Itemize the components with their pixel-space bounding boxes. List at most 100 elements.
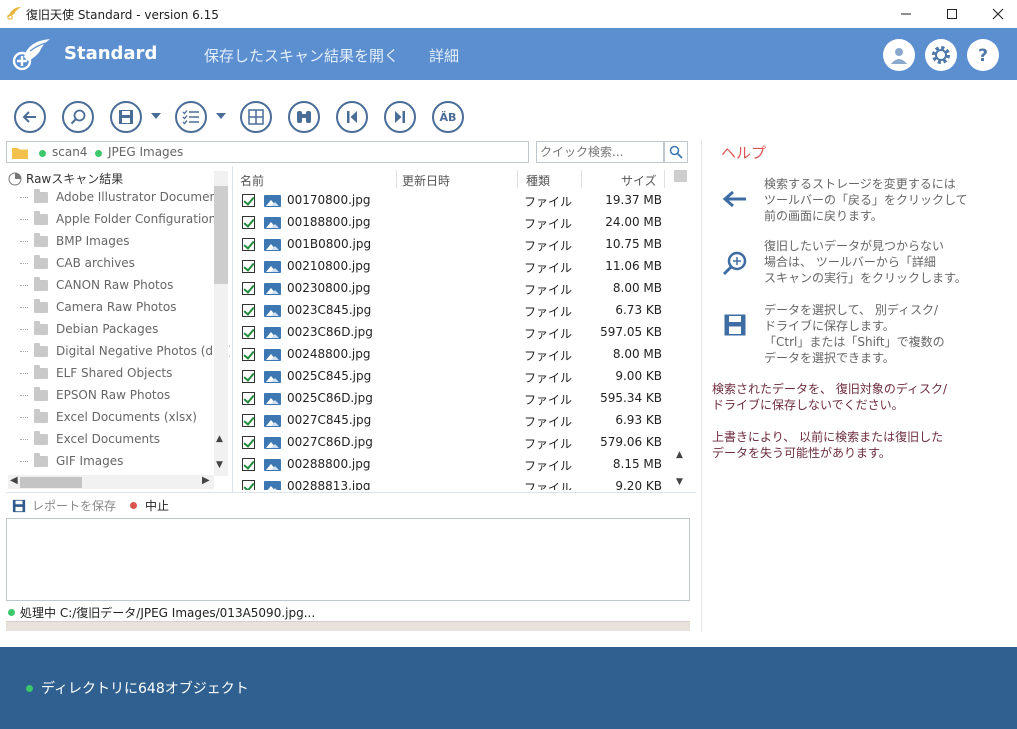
status-dot-icon [39, 150, 46, 157]
file-list-scroll-thumb[interactable] [674, 170, 687, 182]
tree-hscroll-thumb[interactable] [20, 477, 82, 488]
file-row[interactable]: 0025C845.jpg ファイル 9.00 KB [236, 366, 666, 388]
file-row[interactable]: 0023C86D.jpg ファイル 597.05 KB [236, 322, 666, 344]
checkbox-checked-icon[interactable] [242, 436, 255, 449]
file-row[interactable]: 0025C86D.jpg ファイル 595.34 KB [236, 388, 666, 410]
column-separator[interactable] [581, 170, 582, 188]
scroll-up-icon[interactable]: ▲ [676, 450, 683, 460]
column-separator[interactable] [664, 170, 665, 188]
tree-item[interactable]: Adobe Illustrator Documents [20, 186, 228, 208]
stop-button[interactable]: 中止 [130, 497, 169, 514]
search-button[interactable] [664, 141, 688, 163]
scan-button[interactable] [62, 101, 94, 133]
checkbox-checked-icon[interactable] [242, 260, 255, 273]
tree-item[interactable]: CAB archives [20, 252, 135, 274]
column-header-size[interactable]: サイズ [621, 172, 657, 189]
checkbox-checked-icon[interactable] [242, 238, 255, 251]
tree-scroll-thumb[interactable] [214, 186, 228, 284]
tree-item[interactable]: GIF Images [20, 450, 123, 472]
back-button[interactable] [14, 101, 46, 133]
advanced-link[interactable]: 詳細 [429, 45, 459, 66]
divider [6, 492, 696, 493]
maximize-button[interactable] [929, 0, 975, 28]
tree-item[interactable]: Camera Raw Photos [20, 296, 176, 318]
column-header-name[interactable]: 名前 [240, 172, 264, 189]
tree-item-label: ELF Shared Objects [56, 366, 173, 380]
file-size: 597.05 KB [600, 325, 662, 339]
minimize-button[interactable] [883, 0, 929, 28]
tree-item[interactable]: ELF Shared Objects [20, 362, 172, 384]
folder-icon [34, 452, 48, 467]
column-header-modified[interactable]: 更新日時 [402, 172, 450, 189]
processing-status: 処理中 C:/復旧データ/JPEG Images/013A5090.jpg... [8, 604, 315, 621]
grid-view-button[interactable] [240, 101, 272, 133]
scroll-down-icon[interactable]: ▼ [216, 460, 223, 470]
checkbox-checked-icon[interactable] [242, 414, 255, 427]
image-file-icon [264, 239, 281, 251]
checkbox-checked-icon[interactable] [242, 392, 255, 405]
file-row[interactable]: 00230800.jpg ファイル 8.00 MB [236, 278, 666, 300]
save-button[interactable] [110, 101, 142, 133]
image-file-icon [264, 371, 281, 383]
settings-button[interactable] [925, 39, 957, 71]
file-row[interactable]: 0027C845.jpg ファイル 6.93 KB [236, 410, 666, 432]
checkbox-checked-icon[interactable] [242, 282, 255, 295]
tree-item[interactable]: Apple Folder Configuration [20, 208, 216, 230]
file-row[interactable]: 001B0800.jpg ファイル 10.75 MB [236, 234, 666, 256]
tree-item[interactable]: Digital Negative Photos (dng) [20, 340, 230, 362]
tree-item[interactable]: EPSON Raw Photos [20, 384, 170, 406]
scroll-left-icon[interactable]: ◀ [10, 475, 18, 486]
previous-button[interactable] [336, 101, 368, 133]
file-row[interactable]: 00288813.jpg ファイル 9.20 KB [236, 476, 666, 490]
image-file-icon [264, 393, 281, 405]
scroll-right-icon[interactable]: ▶ [202, 475, 210, 486]
file-row[interactable]: 00170800.jpg ファイル 19.37 MB [236, 190, 666, 212]
tree-item[interactable]: Excel Documents [20, 428, 160, 450]
tree-item[interactable]: CANON Raw Photos [20, 274, 173, 296]
tree-item-label: GIF Images [56, 454, 124, 468]
checkbox-checked-icon[interactable] [242, 348, 255, 361]
account-button[interactable] [883, 39, 915, 71]
help-button[interactable]: ? [967, 39, 999, 71]
open-saved-scan-link[interactable]: 保存したスキャン結果を開く [204, 45, 399, 66]
tree-item[interactable]: Excel Documents (xlsx) [20, 406, 197, 428]
file-name: 00210800.jpg [287, 259, 371, 273]
tree-item[interactable]: BMP Images [20, 230, 129, 252]
file-row[interactable]: 0023C845.jpg ファイル 6.73 KB [236, 300, 666, 322]
breadcrumb-segment[interactable]: scan4 [52, 145, 87, 159]
checkbox-checked-icon[interactable] [242, 370, 255, 383]
quick-search-input[interactable] [536, 141, 664, 163]
column-separator[interactable] [396, 170, 397, 188]
tree-item-label: Apple Folder Configuration [56, 212, 217, 226]
scroll-down-icon[interactable]: ▼ [676, 477, 683, 487]
next-button[interactable] [384, 101, 416, 133]
list-options-dropdown-caret-icon[interactable] [216, 113, 226, 119]
breadcrumb-segment[interactable]: JPEG Images [108, 145, 183, 159]
close-button[interactable] [975, 0, 1017, 28]
tree-item[interactable]: Debian Packages [20, 318, 158, 340]
case-sensitive-button[interactable]: ÄB [432, 101, 464, 133]
scroll-up-icon[interactable]: ▲ [216, 434, 223, 444]
save-dropdown-caret-icon[interactable] [151, 113, 161, 119]
log-output[interactable] [6, 518, 690, 601]
find-button[interactable] [288, 101, 320, 133]
list-options-button[interactable] [175, 101, 207, 133]
checkbox-checked-icon[interactable] [242, 326, 255, 339]
save-report-button[interactable]: レポートを保存 [12, 497, 116, 514]
checkbox-checked-icon[interactable] [242, 216, 255, 229]
file-list-scrollbar[interactable] [673, 168, 687, 490]
tree-root[interactable]: Rawスキャン結果 [8, 170, 123, 187]
checkbox-checked-icon[interactable] [242, 194, 255, 207]
checkbox-checked-icon[interactable] [242, 304, 255, 317]
file-row[interactable]: 0027C86D.jpg ファイル 579.06 KB [236, 432, 666, 454]
help-line: 検索するストレージを変更するには [764, 177, 956, 191]
column-header-type[interactable]: 種類 [526, 172, 550, 189]
help-line: 「Ctrl」または「Shift」で複数の [764, 335, 945, 349]
file-row[interactable]: 00210800.jpg ファイル 11.06 MB [236, 256, 666, 278]
file-row[interactable]: 00288800.jpg ファイル 8.15 MB [236, 454, 666, 476]
checkbox-checked-icon[interactable] [242, 458, 255, 471]
checkbox-checked-icon[interactable] [242, 480, 255, 490]
file-row[interactable]: 00248800.jpg ファイル 8.00 MB [236, 344, 666, 366]
column-separator[interactable] [517, 170, 518, 188]
file-row[interactable]: 00188800.jpg ファイル 24.00 MB [236, 212, 666, 234]
